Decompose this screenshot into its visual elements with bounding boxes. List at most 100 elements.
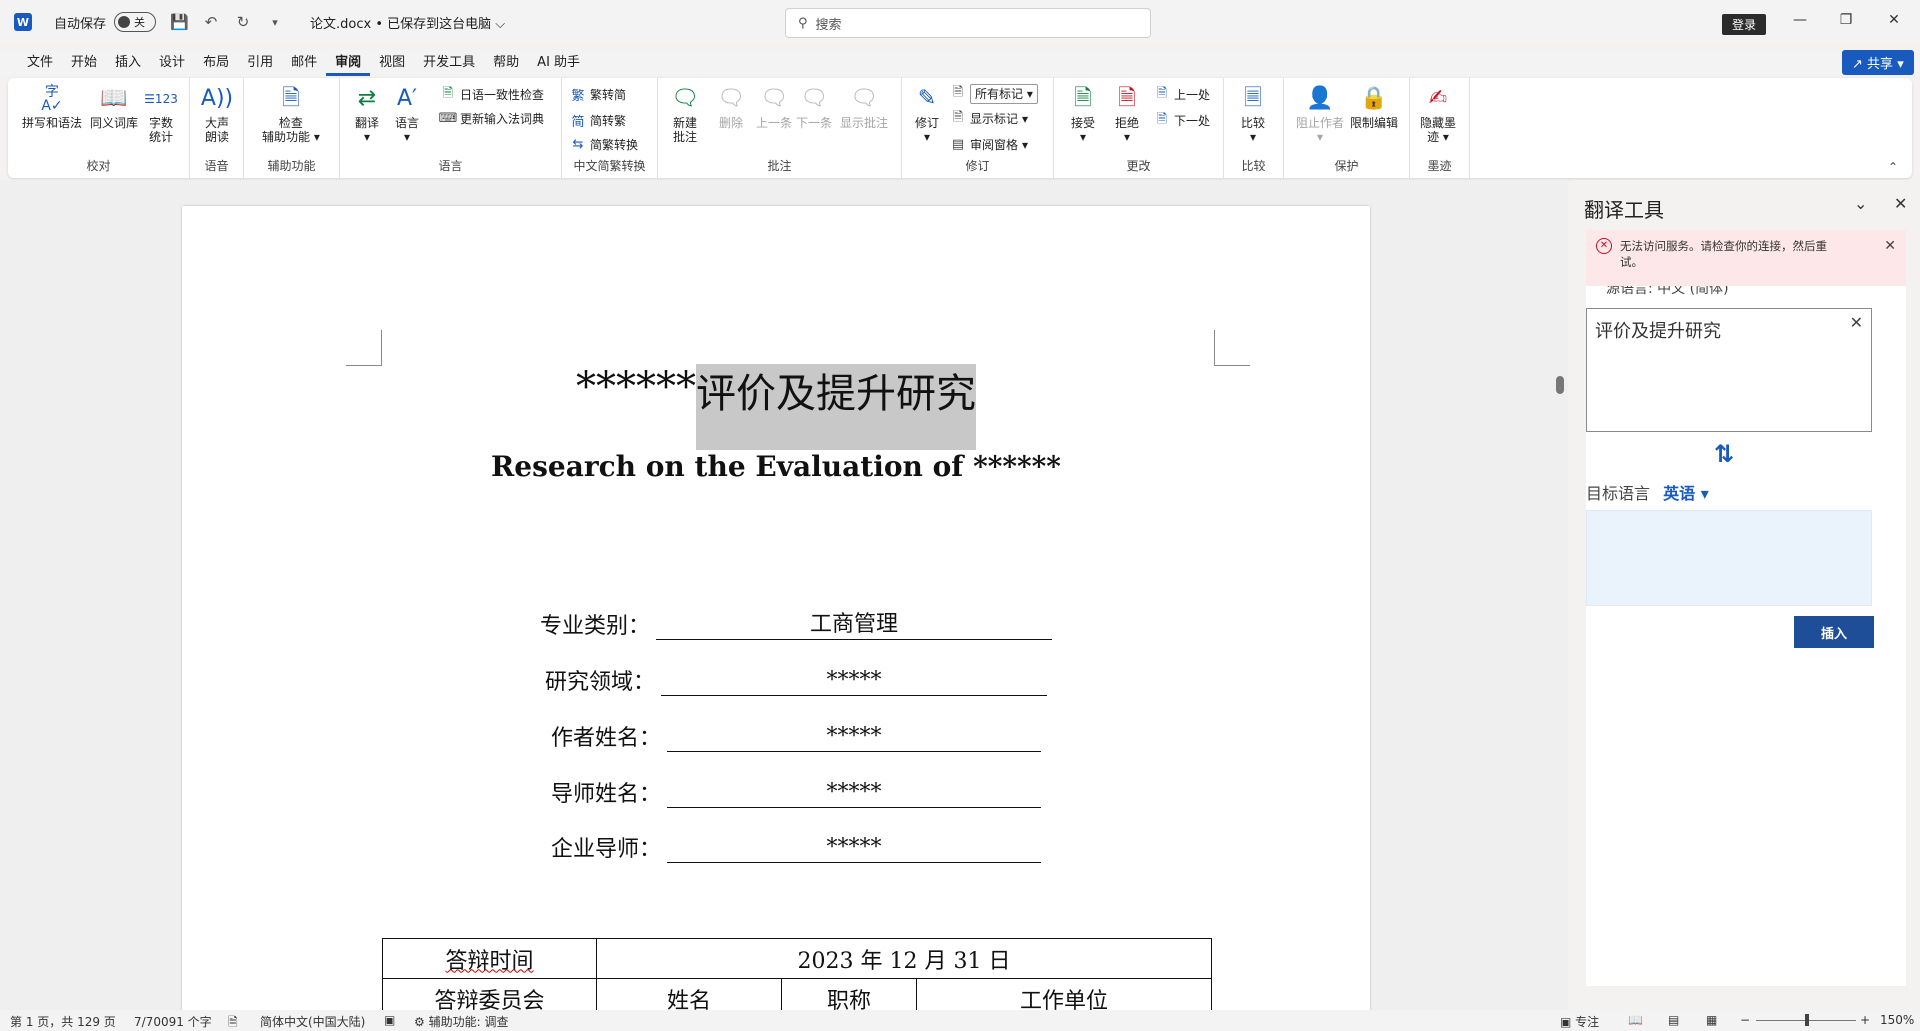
zoom-slider-thumb[interactable]	[1805, 1014, 1809, 1026]
compare-button[interactable]: 🗏 比较 ▾	[1238, 84, 1268, 145]
insert-button[interactable]: 插入	[1794, 616, 1874, 648]
group-tracking: ✎ 修订 ▾ 🗎 所有标记 ▾ 🗎 显示标记 ▾ ▤ 审阅窗格 ▾ 修订	[902, 78, 1054, 178]
source-text-input[interactable]: 评价及提升研究 ✕	[1586, 308, 1872, 432]
group-protect: 👤 阻止作者 ▾ 🔒 限制编辑 保护	[1284, 78, 1410, 178]
status-bar: 第 1 页，共 129 页 7/70091 个字 🗎 简体中文(中国大陆) ▣ …	[0, 1010, 1920, 1031]
pane-options-icon[interactable]: ⌄	[1854, 194, 1867, 213]
zoom-level[interactable]: 150%	[1880, 1013, 1914, 1027]
redo-icon[interactable]: ↻	[234, 13, 252, 31]
read-aloud-button[interactable]: A)) 大声 朗读	[201, 84, 233, 145]
swap-languages-icon[interactable]: ⇅	[1714, 440, 1734, 468]
customize-toolbar-icon[interactable]: ▾	[266, 16, 284, 29]
word-app-icon: W	[14, 13, 32, 31]
word-count-button[interactable]: ☰123 字数 统计	[144, 84, 178, 144]
thesaurus-button[interactable]: 📖 同义词库	[90, 84, 138, 131]
trad-to-simp-icon: 繁	[571, 89, 585, 104]
check-accessibility-button[interactable]: 🗎 检查 辅助功能 ▾	[262, 84, 320, 145]
language-button[interactable]: A′ 语言 ▾	[392, 84, 422, 145]
hide-ink-button[interactable]: ✍ 隐藏墨 迹 ▾	[1420, 84, 1456, 145]
macro-record-icon[interactable]: ▣	[384, 1013, 395, 1027]
accept-icon: 🗎	[1074, 86, 1092, 111]
traditional-to-simplified-button[interactable]: 繁 繁转简	[570, 86, 626, 104]
page-count[interactable]: 第 1 页，共 129 页	[10, 1013, 116, 1030]
restore-icon[interactable]: ❐	[1836, 12, 1856, 28]
table-row: 答辩委员会 姓名 职称 工作单位	[382, 978, 1212, 1010]
update-ime-dictionary-button[interactable]: ⌨ 更新输入法词典	[439, 110, 544, 127]
undo-icon[interactable]: ↶	[202, 13, 220, 31]
proofing-status-icon[interactable]: 🗎	[228, 1013, 238, 1031]
reviewing-pane-button[interactable]: ▤ 审阅窗格 ▾	[950, 136, 1028, 153]
field-label: 专业类别：	[540, 614, 651, 639]
spelling-grammar-button[interactable]: 字A✓ 拼写和语法	[22, 84, 82, 130]
tab-ai-assistant[interactable]: AI 助手	[528, 50, 589, 76]
table-cell: 姓名	[596, 978, 782, 1010]
field-author: 作者姓名： *****	[551, 720, 1042, 752]
previous-comment-icon: 🗨	[760, 86, 788, 111]
close-pane-icon[interactable]: ✕	[1894, 194, 1907, 213]
search-input[interactable]: ⚲ 搜索	[785, 8, 1151, 38]
tab-view[interactable]: 视图	[370, 50, 414, 76]
group-ink: ✍ 隐藏墨 迹 ▾ 墨迹	[1410, 78, 1470, 178]
translate-button[interactable]: ⇄ 翻译 ▾	[352, 84, 382, 145]
language-status[interactable]: 简体中文(中国大陆)	[260, 1013, 365, 1030]
save-icon[interactable]: 💾	[170, 13, 189, 31]
focus-mode[interactable]: ▣ 专注	[1560, 1013, 1599, 1030]
next-comment-button[interactable]: 🗨 下一条	[796, 84, 832, 131]
japanese-consistency-button[interactable]: 🗎 日语一致性检查	[440, 86, 544, 103]
field-advisor: 导师姓名： *****	[551, 776, 1042, 808]
previous-comment-button[interactable]: 🗨 上一条	[756, 84, 792, 131]
chinese-conversion-button[interactable]: ⇆ 简繁转换	[570, 136, 638, 153]
show-comments-button[interactable]: 🗨 显示批注	[840, 84, 888, 131]
translation-output	[1586, 510, 1872, 606]
block-authors-button[interactable]: 👤 阻止作者 ▾	[1296, 84, 1344, 145]
close-window-icon[interactable]: ✕	[1884, 12, 1904, 28]
web-layout-icon[interactable]: ▦	[1706, 1013, 1717, 1027]
vertical-scrollbar[interactable]	[1556, 376, 1564, 394]
accept-button[interactable]: 🗎 接受 ▾	[1068, 84, 1098, 145]
next-change-button[interactable]: 🗎 下一处	[1154, 112, 1210, 129]
word-count[interactable]: 7/70091 个字	[134, 1013, 212, 1030]
tab-layout[interactable]: 布局	[194, 50, 238, 76]
tab-home[interactable]: 开始	[62, 50, 106, 76]
review-ribbon: 字A✓ 拼写和语法 📖 同义词库 ☰123 字数 统计 校对 A)) 大声 朗读…	[8, 78, 1912, 178]
tab-file[interactable]: 文件	[18, 50, 62, 76]
show-markup-button[interactable]: 🗎 显示标记 ▾	[950, 110, 1028, 127]
group-changes: 🗎 接受 ▾ 🗎 拒绝 ▾ 🗎 上一处 🗎 下一处 更改	[1054, 78, 1224, 178]
dismiss-error-icon[interactable]: ✕	[1884, 238, 1896, 278]
share-label: 共享	[1867, 57, 1894, 72]
track-changes-button[interactable]: ✎ 修订 ▾	[912, 84, 942, 145]
spelling-icon: 字A✓	[41, 84, 63, 114]
login-button[interactable]: 登录	[1722, 14, 1767, 35]
word-count-icon: ☰123	[144, 92, 178, 106]
tab-design[interactable]: 设计	[150, 50, 194, 76]
document-page[interactable]: ******评价及提升研究 Research on the Evaluation…	[182, 206, 1370, 1010]
previous-change-button[interactable]: 🗎 上一处	[1154, 86, 1210, 103]
markup-select[interactable]: 🗎 所有标记 ▾	[950, 84, 1038, 104]
read-mode-icon[interactable]: 📖	[1628, 1013, 1643, 1027]
zoom-in-icon[interactable]: +	[1860, 1013, 1870, 1027]
tab-help[interactable]: 帮助	[484, 50, 528, 76]
minimize-icon[interactable]: —	[1790, 12, 1810, 28]
tab-mailings[interactable]: 邮件	[282, 50, 326, 76]
target-language-select[interactable]: 英语 ▾	[1663, 484, 1709, 503]
tab-insert[interactable]: 插入	[106, 50, 150, 76]
tab-references[interactable]: 引用	[238, 50, 282, 76]
restrict-editing-button[interactable]: 🔒 限制编辑	[1350, 84, 1398, 131]
source-language-select[interactable]: 源语言: 中文 (简体)	[1606, 284, 1729, 298]
collapse-ribbon-icon[interactable]: ⌃	[1888, 160, 1898, 174]
document-title[interactable]: 论文.docx • 已保存到这台电脑 ⌵	[310, 13, 505, 32]
focus-icon: ▣	[1560, 1015, 1572, 1029]
new-comment-button[interactable]: 🗨 新建 批注	[670, 84, 700, 145]
accessibility-status[interactable]: ⚙ 辅助功能: 调查	[414, 1013, 508, 1030]
print-layout-icon[interactable]: ▤	[1668, 1013, 1679, 1027]
share-button[interactable]: ↗ 共享 ▾	[1842, 50, 1914, 75]
autosave-toggle[interactable]: 关	[114, 12, 157, 32]
clear-text-icon[interactable]: ✕	[1850, 313, 1863, 332]
tab-review[interactable]: 审阅	[326, 50, 371, 76]
zoom-out-icon[interactable]: −	[1740, 1013, 1750, 1027]
reject-button[interactable]: 🗎 拒绝 ▾	[1112, 84, 1142, 145]
track-changes-icon: ✎	[917, 86, 937, 111]
tab-developer[interactable]: 开发工具	[414, 50, 484, 76]
simplified-to-traditional-button[interactable]: 简 简转繁	[570, 112, 626, 130]
delete-comment-button[interactable]: 🗨 删除	[716, 84, 746, 131]
